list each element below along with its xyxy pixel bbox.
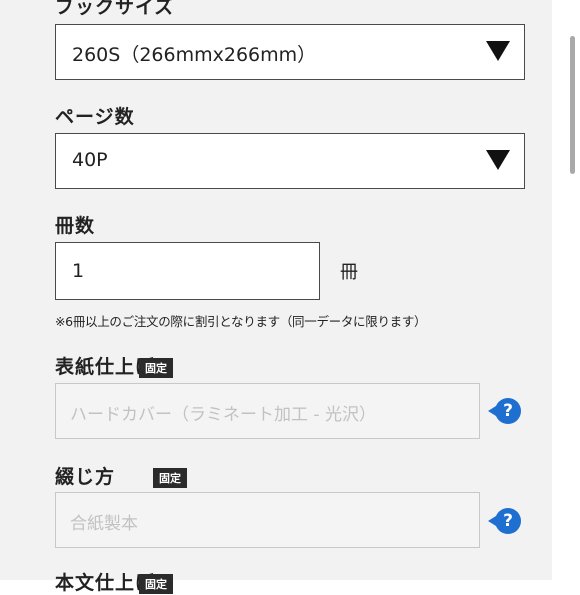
fixed-badge: 固定 — [139, 357, 174, 378]
binding-field: 合紙製本 — [55, 492, 480, 548]
cover-finish-value: ハードカバー（ラミネート加工 - 光沢） — [70, 405, 376, 425]
fixed-badge: 固定 — [139, 573, 174, 594]
book-size-value: 260S（266mmx266mm） — [72, 44, 317, 66]
cover-finish-field: ハードカバー（ラミネート加工 - 光沢） — [55, 383, 480, 439]
binding-heading: 綴じ方 固定 — [55, 462, 188, 489]
dropdown-arrow-icon — [486, 150, 510, 170]
dropdown-arrow-icon — [486, 41, 510, 61]
book-size-select[interactable]: 260S（266mmx266mm） — [55, 24, 525, 80]
quantity-input[interactable] — [55, 242, 320, 300]
page-count-label: ページ数 — [55, 106, 135, 128]
body-finish-heading: 本文仕上げ固定 — [55, 568, 174, 595]
binding-label: 綴じ方 — [55, 466, 116, 488]
page-count-select[interactable]: 40P — [55, 133, 525, 189]
help-icon[interactable]: ? — [488, 398, 521, 424]
book-size-label: ブックサイズ — [55, 0, 175, 18]
discount-note: ※6冊以上のご注文の際に割引となります（同一データに限ります） — [55, 314, 427, 329]
fixed-badge: 固定 — [153, 467, 188, 488]
help-icon[interactable]: ? — [488, 508, 521, 534]
binding-value: 合紙製本 — [70, 514, 138, 534]
scrollbar-thumb[interactable] — [570, 36, 575, 174]
quantity-label: 冊数 — [55, 215, 96, 237]
page-count-value: 40P — [72, 149, 108, 171]
cover-finish-heading: 表紙仕上げ固定 — [55, 352, 174, 379]
order-form-panel: ブックサイズ 260S（266mmx266mm） ページ数 40P 冊数 冊 ※… — [0, 0, 552, 594]
quantity-unit: 冊 — [340, 262, 358, 283]
